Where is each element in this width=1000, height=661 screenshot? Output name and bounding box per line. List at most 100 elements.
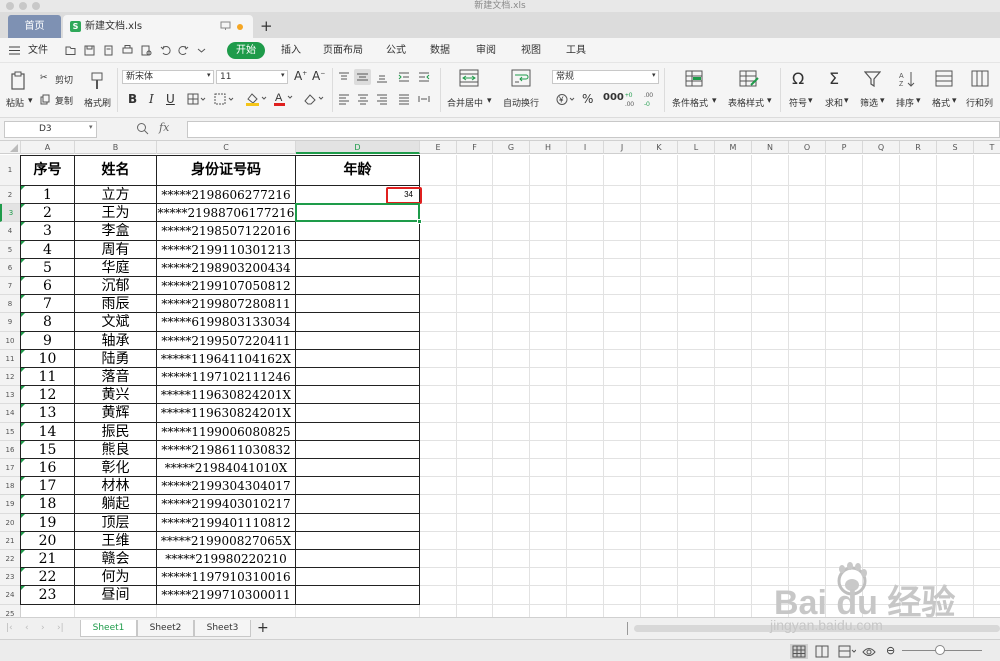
- table-cell-age[interactable]: [296, 423, 419, 441]
- filter-icon[interactable]: [864, 71, 881, 87]
- table-cell-id[interactable]: *****1197910310016: [157, 568, 295, 586]
- row-header-7[interactable]: 7: [0, 277, 21, 296]
- conditional-format-dropdown-icon[interactable]: ▾: [712, 96, 717, 106]
- menu-data[interactable]: 数据: [430, 38, 450, 63]
- table-cell-name[interactable]: 振民: [75, 423, 156, 441]
- copy-label[interactable]: 复制: [55, 94, 73, 107]
- table-cell-id[interactable]: *****2199807280811: [157, 295, 295, 313]
- print-preview-icon[interactable]: [141, 38, 152, 63]
- row-header-9[interactable]: 9: [0, 313, 21, 332]
- table-cell-age[interactable]: [296, 295, 419, 313]
- border-icon[interactable]: [187, 93, 207, 105]
- table-cell-id[interactable]: *****6199803133034: [157, 313, 295, 331]
- table-cell-age[interactable]: [296, 404, 419, 422]
- last-sheet-arrow-icon[interactable]: ›|: [57, 623, 64, 633]
- table-cell-name[interactable]: 王为: [75, 204, 156, 222]
- font-size-select[interactable]: 11: [216, 70, 288, 84]
- column-header-e[interactable]: E: [420, 141, 457, 154]
- table-cell-age[interactable]: [296, 514, 419, 532]
- table-cell-no[interactable]: 7: [21, 295, 74, 313]
- align-bottom-icon[interactable]: [376, 71, 388, 83]
- table-cell-no[interactable]: 17: [21, 477, 74, 495]
- sheet-grid[interactable]: 1 2 3 4 5 6 7 8 9 10 11 12 13 14 15 16 17 18 19 20 21 22 23 24 2…: [0, 155, 1000, 617]
- name-box-chevron-icon[interactable]: ▾: [89, 123, 93, 131]
- wrap-text-icon[interactable]: [511, 69, 531, 87]
- table-cell-no[interactable]: 15: [21, 441, 74, 459]
- table-cell-name[interactable]: 彰化: [75, 459, 156, 477]
- sort-dropdown-icon[interactable]: ▾: [916, 96, 921, 106]
- menu-formula[interactable]: 公式: [386, 38, 406, 63]
- add-sheet-plus-icon[interactable]: +: [257, 620, 269, 636]
- table-cell-name[interactable]: 轴承: [75, 332, 156, 350]
- table-cell-name[interactable]: 周有: [75, 241, 156, 259]
- merge-center-icon[interactable]: [459, 69, 479, 87]
- table-cell-name[interactable]: 王维: [75, 532, 156, 550]
- increase-decimal-icon[interactable]: +0.00: [625, 90, 639, 108]
- decrease-decimal-icon[interactable]: .00 -0: [644, 90, 658, 108]
- export-pdf-icon[interactable]: [103, 38, 114, 63]
- column-header-q[interactable]: Q: [863, 141, 900, 154]
- table-cell-age[interactable]: [296, 332, 419, 350]
- table-cell-no[interactable]: 9: [21, 332, 74, 350]
- table-cell-age[interactable]: [296, 550, 419, 568]
- page-break-view-icon[interactable]: [838, 645, 856, 658]
- indent-increase-icon[interactable]: [418, 71, 430, 83]
- column-header-i[interactable]: I: [567, 141, 604, 154]
- table-cell-age[interactable]: [296, 586, 419, 604]
- table-cell-age[interactable]: [296, 477, 419, 495]
- table-cell-name[interactable]: 材林: [75, 477, 156, 495]
- copy-icon[interactable]: [40, 94, 50, 105]
- table-cell-id[interactable]: *****2198903200434: [157, 259, 295, 277]
- table-cell-age[interactable]: [296, 459, 419, 477]
- currency-icon[interactable]: ¥: [556, 93, 578, 106]
- merge-center-dropdown-icon[interactable]: ▾: [487, 96, 492, 106]
- next-sheet-arrow-icon[interactable]: ›: [41, 623, 45, 633]
- column-header-a[interactable]: A: [21, 141, 75, 154]
- column-header-j[interactable]: J: [604, 141, 641, 154]
- align-middle-icon[interactable]: [354, 69, 371, 85]
- table-cell-no[interactable]: 1: [21, 186, 74, 204]
- print-icon[interactable]: [122, 38, 133, 63]
- menu-review[interactable]: 审阅: [476, 38, 496, 63]
- table-cell-id[interactable]: *****2199401110812: [157, 514, 295, 532]
- table-cell-age[interactable]: [296, 386, 419, 404]
- table-cell-id[interactable]: *****1199006080825: [157, 423, 295, 441]
- column-header-t[interactable]: T: [974, 141, 1000, 154]
- table-cell-no[interactable]: 14: [21, 423, 74, 441]
- justify-icon[interactable]: [398, 93, 410, 105]
- table-cell-name[interactable]: 陆勇: [75, 350, 156, 368]
- table-cell-id[interactable]: *****2199403010217: [157, 495, 295, 513]
- table-cell-age[interactable]: [296, 495, 419, 513]
- table-cell-no[interactable]: 22: [21, 568, 74, 586]
- zoom-out-icon[interactable]: ⊖: [886, 644, 895, 657]
- column-header-d[interactable]: D: [296, 141, 420, 154]
- table-cell-no[interactable]: 19: [21, 514, 74, 532]
- format-painter-label[interactable]: 格式刷: [84, 96, 111, 109]
- row-header-15[interactable]: 15: [0, 422, 21, 441]
- menu-view[interactable]: 视图: [521, 38, 541, 63]
- column-header-l[interactable]: L: [678, 141, 715, 154]
- sum-icon[interactable]: Σ: [829, 69, 839, 88]
- conditional-format-icon[interactable]: [685, 70, 703, 87]
- column-header-h[interactable]: H: [530, 141, 567, 154]
- row-header-20[interactable]: 20: [0, 513, 21, 532]
- font-name-select[interactable]: 新宋体: [122, 70, 214, 84]
- table-cell-name[interactable]: 黄辉: [75, 404, 156, 422]
- open-folder-icon[interactable]: [65, 38, 76, 63]
- conditional-format-label[interactable]: 条件格式: [672, 96, 708, 109]
- column-header-c[interactable]: C: [157, 141, 296, 154]
- percent-icon[interactable]: %: [582, 92, 593, 106]
- row-header-25[interactable]: 25: [0, 604, 21, 617]
- cell-style-icon[interactable]: [214, 93, 236, 105]
- underline-icon[interactable]: U: [166, 92, 175, 106]
- table-cell-id[interactable]: *****2198606277216: [157, 186, 295, 204]
- table-cell-no[interactable]: 23: [21, 586, 74, 604]
- number-format-chevron-icon[interactable]: ▾: [652, 71, 656, 79]
- format-icon[interactable]: [935, 70, 953, 87]
- page-layout-view-icon[interactable]: [815, 645, 829, 658]
- sheet-tab-3[interactable]: Sheet3: [194, 620, 251, 637]
- row-header-11[interactable]: 11: [0, 349, 21, 368]
- menu-insert[interactable]: 插入: [281, 38, 301, 63]
- sheet-tab-2[interactable]: Sheet2: [137, 620, 194, 637]
- table-cell-age[interactable]: [296, 368, 419, 386]
